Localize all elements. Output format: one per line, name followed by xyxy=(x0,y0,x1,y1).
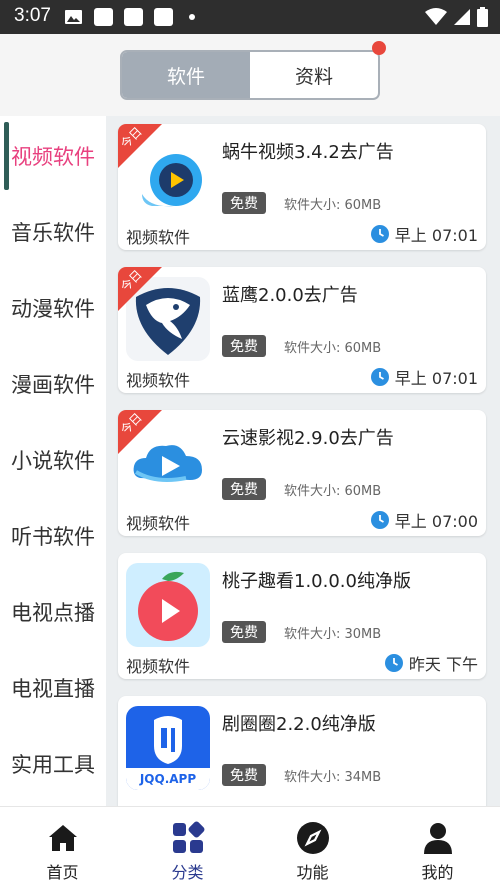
app-size: 软件大小: 60MB xyxy=(284,198,382,213)
app-card[interactable]: 今日 云速影视2.9.0去广告 免费 软件大小: 60MB 视频软件 早上 07… xyxy=(118,410,486,536)
app-category: 视频软件 xyxy=(126,228,191,247)
status-time: 3:07 xyxy=(14,5,51,26)
nav-category-label: 分类 xyxy=(171,863,204,882)
clock-icon xyxy=(384,654,403,672)
app-card[interactable]: JQQ.APP 剧圈圈2.2.0纯净版 免费 软件大小: 34MB xyxy=(118,696,486,806)
app-title: 蜗牛视频3.4.2去广告 xyxy=(222,142,394,163)
free-badge: 免费 xyxy=(222,478,266,500)
update-time-text: 早上 07:01 xyxy=(394,369,478,388)
tab-materials[interactable]: 资料 xyxy=(250,52,378,98)
app-list: 今日 蜗牛视频3.4.2去广告 免费 软件大小: 60MB 视频软件 早上 07… xyxy=(106,116,500,806)
peach-play-icon xyxy=(126,563,210,647)
nav-features[interactable]: 功能 xyxy=(250,807,375,888)
sidebar-item-tools[interactable]: 实用工具 xyxy=(0,726,106,802)
sidebar-item-anime[interactable]: 动漫软件 xyxy=(0,270,106,346)
app-card[interactable]: 今日 蓝鹰2.0.0去广告 免费 软件大小: 60MB 视频软件 早上 07:0… xyxy=(118,267,486,393)
sidebar-item-audiobooks[interactable]: 听书软件 xyxy=(0,498,106,574)
app-notification-icon xyxy=(94,8,113,26)
app-category: 视频软件 xyxy=(126,514,191,533)
sidebar-item-novels[interactable]: 小说软件 xyxy=(0,422,106,498)
app-card[interactable]: 今日 蜗牛视频3.4.2去广告 免费 软件大小: 60MB 视频软件 早上 07… xyxy=(118,124,486,250)
notification-dot xyxy=(372,41,386,55)
free-badge: 免费 xyxy=(222,335,266,357)
app-notification-icon xyxy=(124,8,143,26)
app-title: 桃子趣看1.0.0.0纯净版 xyxy=(222,571,411,592)
app-title: 剧圈圈2.2.0纯净版 xyxy=(222,714,376,735)
clock-icon xyxy=(370,511,389,529)
app-size: 软件大小: 34MB xyxy=(284,770,382,785)
segmented-control: 软件 资料 xyxy=(120,50,380,100)
nav-profile[interactable]: 我的 xyxy=(375,807,500,888)
tab-software[interactable]: 软件 xyxy=(122,52,250,98)
nav-home[interactable]: 首页 xyxy=(0,807,125,888)
category-icon xyxy=(172,821,204,853)
app-title: 蓝鹰2.0.0去广告 xyxy=(222,285,358,306)
nav-features-label: 功能 xyxy=(296,863,329,882)
sidebar-item-tv-live[interactable]: 电视直播 xyxy=(0,650,106,726)
app-notification-icon xyxy=(154,8,173,26)
app-card[interactable]: 桃子趣看1.0.0.0纯净版 免费 软件大小: 30MB 视频软件 昨天 下午 xyxy=(118,553,486,679)
update-time-text: 早上 07:00 xyxy=(394,512,478,531)
status-bar: 3:07 xyxy=(0,0,500,34)
app-title: 云速影视2.9.0去广告 xyxy=(222,428,394,449)
free-badge: 免费 xyxy=(222,621,266,643)
update-time: 早上 07:01 xyxy=(370,365,478,389)
compass-icon xyxy=(296,822,329,854)
free-badge: 免费 xyxy=(222,764,266,786)
update-time-text: 早上 07:01 xyxy=(394,226,478,245)
update-time: 早上 07:01 xyxy=(370,222,478,246)
signal-icon xyxy=(454,9,470,25)
nav-home-label: 首页 xyxy=(46,863,79,882)
gallery-notification-icon xyxy=(64,8,83,26)
app-category: 视频软件 xyxy=(126,657,191,676)
sidebar-item-tv-vod[interactable]: 电视点播 xyxy=(0,574,106,650)
free-badge: 免费 xyxy=(222,192,266,214)
top-tab-area: 软件 资料 xyxy=(0,34,500,116)
clock-icon xyxy=(370,368,389,386)
update-time: 昨天 下午 xyxy=(384,651,478,675)
sidebar-item-music[interactable]: 音乐软件 xyxy=(0,194,106,270)
clock-icon xyxy=(370,225,389,243)
user-icon xyxy=(423,823,452,854)
app-category: 视频软件 xyxy=(126,371,191,390)
sidebar-item-comics[interactable]: 漫画软件 xyxy=(0,346,106,422)
update-time-text: 昨天 下午 xyxy=(408,655,478,674)
home-icon xyxy=(48,825,77,851)
category-sidebar: 视频软件 音乐软件 动漫软件 漫画软件 小说软件 听书软件 电视点播 电视直播 … xyxy=(0,116,106,806)
bottom-nav: 首页 分类 功能 我的 xyxy=(0,806,500,888)
jqq-app-icon: JQQ.APP xyxy=(126,706,210,790)
nav-profile-label: 我的 xyxy=(421,863,454,882)
sidebar-item-video[interactable]: 视频软件 xyxy=(0,118,106,194)
battery-icon xyxy=(477,7,488,27)
app-size: 软件大小: 30MB xyxy=(284,627,382,642)
app-size: 软件大小: 60MB xyxy=(284,341,382,356)
app-size: 软件大小: 60MB xyxy=(284,484,382,499)
wifi-icon xyxy=(425,8,447,25)
update-time: 早上 07:00 xyxy=(370,508,478,532)
nav-category[interactable]: 分类 xyxy=(125,807,250,888)
jqq-app-icon-label: JQQ.APP xyxy=(139,772,197,786)
more-notifications-icon xyxy=(189,14,195,20)
